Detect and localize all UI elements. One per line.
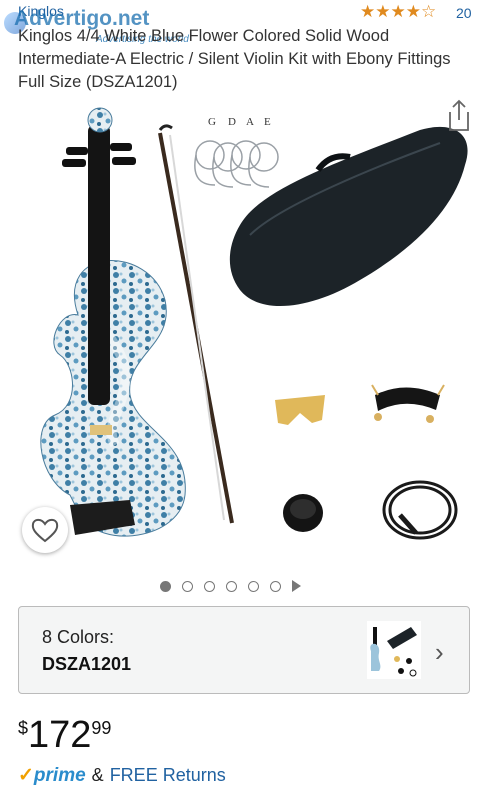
- price-fraction: 99: [91, 718, 112, 738]
- violin-body: [40, 260, 186, 537]
- selected-color-value: DSZA1201: [42, 654, 132, 674]
- audio-cable: [382, 480, 458, 540]
- star-rating[interactable]: ★★★★☆: [360, 2, 436, 22]
- string-letter-a: A: [246, 116, 254, 128]
- rosin: [283, 494, 323, 532]
- violin-fingerboard: [88, 125, 110, 405]
- carousel-dot[interactable]: [270, 580, 281, 592]
- chevron-right-icon: ›: [435, 637, 444, 667]
- color-count-label: 8 Colors:: [42, 627, 115, 647]
- carousel-dot[interactable]: [160, 580, 171, 592]
- carousel-indicator[interactable]: [160, 580, 301, 592]
- color-selector[interactable]: 8 Colors: DSZA1201 ›: [18, 606, 470, 694]
- carousel-dot[interactable]: [204, 580, 215, 592]
- violin-case: [229, 126, 468, 307]
- currency-symbol: $: [18, 718, 29, 738]
- rating-count[interactable]: 20: [456, 5, 472, 21]
- price-whole: 172: [28, 714, 92, 756]
- carousel-dot[interactable]: [182, 580, 193, 592]
- color-thumbnail: [367, 621, 421, 679]
- product-title: Kinglos 4/4 White Blue Flower Colored So…: [18, 27, 451, 91]
- string-letter-g: G: [208, 116, 216, 128]
- share-icon[interactable]: [446, 98, 472, 132]
- product-image-gallery[interactable]: G D A E: [0, 95, 491, 560]
- shoulder-rest: [371, 384, 445, 423]
- prime-logo: ✓prime: [18, 765, 86, 786]
- wishlist-button[interactable]: [22, 507, 68, 553]
- product-image: G D A E: [40, 107, 468, 540]
- carousel-dot[interactable]: [248, 580, 259, 592]
- spare-bridge: [275, 395, 325, 425]
- play-video-icon[interactable]: [292, 580, 301, 592]
- heart-icon: [31, 518, 59, 543]
- string-letter-e: E: [264, 116, 271, 128]
- price: $17299: [18, 714, 111, 757]
- carousel-dot[interactable]: [226, 580, 237, 592]
- free-returns-link[interactable]: FREE Returns: [110, 765, 226, 786]
- string-letter-d: D: [228, 116, 236, 128]
- shipping-info: ✓prime & FREE Returns: [18, 764, 226, 787]
- violin-strings-set: [194, 140, 279, 188]
- ampersand: &: [91, 765, 104, 785]
